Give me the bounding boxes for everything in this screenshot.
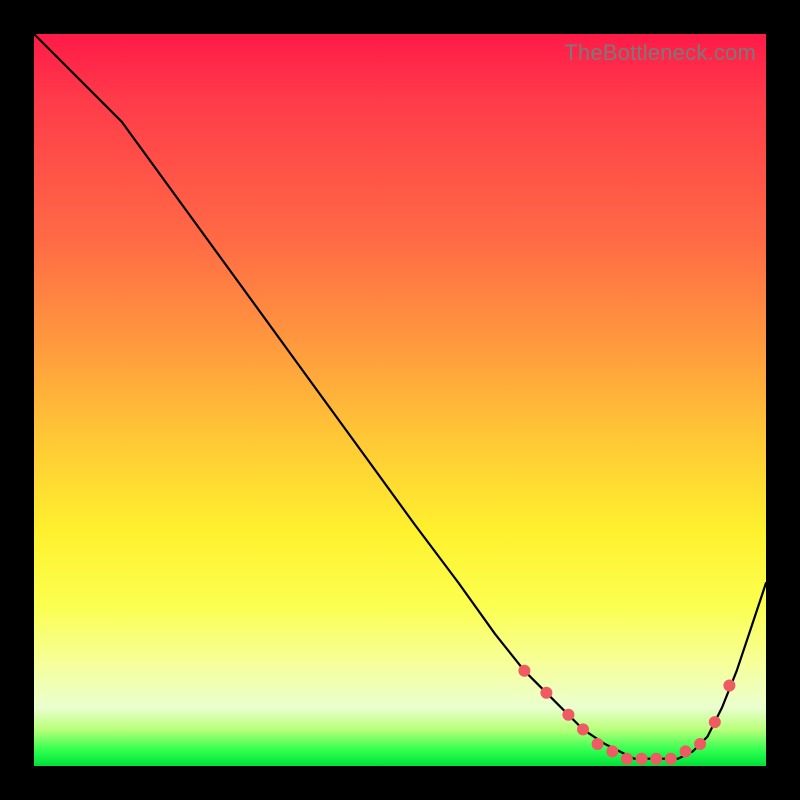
highlight-point — [694, 738, 706, 750]
highlight-point — [723, 680, 735, 692]
highlight-point — [518, 665, 530, 677]
curve-path — [34, 34, 766, 759]
highlight-point — [577, 723, 589, 735]
highlight-point — [665, 753, 677, 765]
chart-stage: TheBottleneck.com — [0, 0, 800, 800]
highlight-points — [518, 665, 735, 765]
highlight-point — [540, 687, 552, 699]
plot-area: TheBottleneck.com — [34, 34, 766, 766]
chart-svg — [34, 34, 766, 766]
highlight-point — [592, 738, 604, 750]
series-bottleneck-curve — [34, 34, 766, 765]
highlight-point — [650, 753, 662, 765]
highlight-point — [606, 745, 618, 757]
highlight-point — [709, 716, 721, 728]
highlight-point — [562, 709, 574, 721]
highlight-point — [636, 753, 648, 765]
highlight-point — [621, 753, 633, 765]
highlight-point — [680, 745, 692, 757]
